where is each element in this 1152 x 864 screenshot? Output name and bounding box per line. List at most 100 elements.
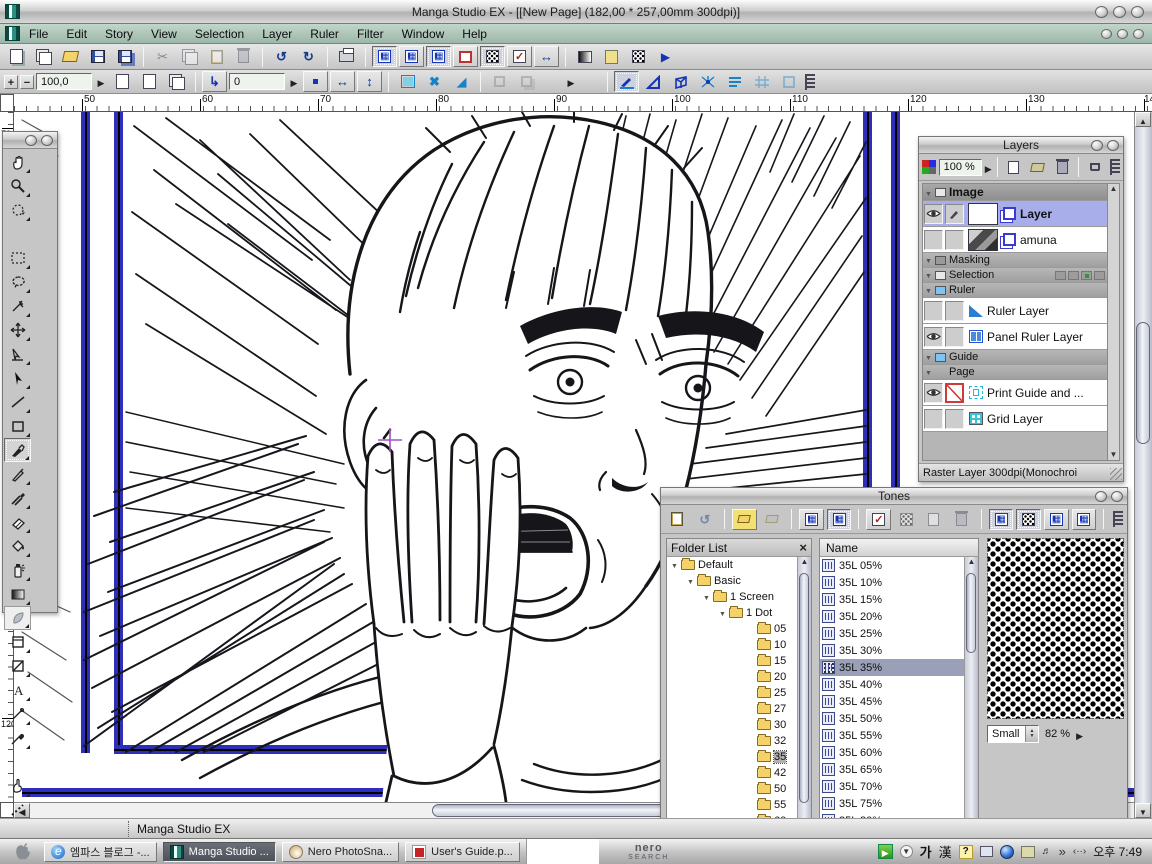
zoom-out-button[interactable] [20, 75, 34, 89]
more-options-button[interactable] [541, 71, 601, 92]
view-option3-button[interactable] [1044, 509, 1069, 530]
draw-toggle[interactable] [945, 204, 964, 224]
draw-toggle[interactable] [945, 327, 964, 347]
pen-tool[interactable] [4, 438, 31, 462]
folder-add-button[interactable] [760, 509, 785, 530]
collapse-arrow-icon[interactable] [925, 351, 932, 363]
page-number-field[interactable]: 0 [229, 73, 285, 90]
zoom-menu-button[interactable] [94, 71, 108, 92]
menu-ruler[interactable]: Ruler [301, 25, 348, 43]
tools-close-button[interactable] [41, 135, 53, 146]
layer-thumbnail[interactable] [968, 203, 998, 225]
delete-tone-button[interactable] [949, 509, 974, 530]
tray-monitor-icon[interactable] [980, 846, 993, 857]
folder-up-button[interactable] [732, 509, 757, 530]
paste-tone-button[interactable] [665, 509, 690, 530]
tone-item[interactable]: 35L 50% [820, 710, 964, 727]
tone-item[interactable]: 35L 25% [820, 625, 964, 642]
prev-page-button[interactable] [110, 71, 135, 92]
menu-layer[interactable]: Layer [253, 25, 301, 43]
visibility-toggle[interactable] [924, 409, 943, 429]
focus-lines-button[interactable] [695, 71, 720, 92]
task-empas-blog[interactable]: 엠파스 블로그 -... [44, 842, 157, 862]
toggle-navigator-palette-button[interactable] [453, 46, 478, 67]
tray-chevron-icon[interactable]: ▼ [900, 845, 913, 858]
visibility-toggle[interactable] [924, 301, 943, 321]
triangle-ruler-button[interactable] [641, 71, 666, 92]
layers-close-button[interactable] [1107, 140, 1119, 151]
new-story-button[interactable] [31, 46, 56, 67]
redo-button[interactable] [296, 46, 321, 67]
layer-name[interactable]: Ruler Layer [987, 304, 1049, 318]
toggle-tones-palette-button[interactable] [480, 46, 505, 67]
show-tone-button[interactable] [894, 509, 919, 530]
snap-rotate-button[interactable]: ◢ [449, 71, 474, 92]
layer-name[interactable]: Layer [1020, 207, 1052, 221]
folder-tree-item[interactable]: 25 [667, 685, 797, 701]
ime-hanja-indicator[interactable]: 漢 [939, 842, 952, 861]
layers-collapse-button[interactable] [1091, 140, 1103, 151]
doc-minimize-button[interactable] [1101, 29, 1112, 39]
paste-button[interactable] [204, 46, 229, 67]
tone-item[interactable]: 35L 15% [820, 591, 964, 608]
doc-close-button[interactable] [1133, 29, 1144, 39]
tone-item[interactable]: 35L 60% [820, 744, 964, 761]
tones-palette-titlebar[interactable]: Tones [661, 488, 1127, 505]
ruler-pen-mode-button[interactable] [614, 71, 639, 92]
marker-tool[interactable] [4, 486, 31, 510]
snap-ruler-button[interactable] [395, 71, 420, 92]
select-arrow-tool[interactable] [4, 366, 31, 390]
folder-list-close-icon[interactable] [799, 541, 807, 554]
tones-collapse-button[interactable] [1095, 491, 1107, 502]
hand-tool[interactable] [4, 150, 31, 174]
list-view-button[interactable] [827, 509, 852, 530]
layers-scroll-up-icon[interactable]: ▲ [1108, 184, 1119, 193]
network-icon[interactable]: ‹··› [1073, 846, 1086, 857]
no-print-toggle[interactable] [945, 383, 964, 403]
folder-tree-item[interactable]: 20 [667, 669, 797, 685]
menu-edit[interactable]: Edit [57, 25, 96, 43]
replace-tone-button[interactable] [693, 509, 718, 530]
toggle-properties-palette-button[interactable] [507, 46, 532, 67]
layers-menu-handle[interactable] [1110, 159, 1120, 175]
toggle-story-palette-button[interactable] [399, 46, 424, 67]
preview-size-dropdown[interactable]: Small ▲▼ [987, 725, 1039, 743]
grid-ruler-button[interactable] [749, 71, 774, 92]
draw-toggle[interactable] [945, 409, 964, 429]
twisty-icon[interactable] [703, 591, 710, 603]
undo-button[interactable] [269, 46, 294, 67]
parallel-lines-button[interactable] [722, 71, 747, 92]
name-column-header[interactable]: Name [820, 539, 978, 557]
scroll-down-button[interactable] [1135, 803, 1151, 818]
layer-color-icon[interactable] [922, 160, 936, 174]
rectangle-tool[interactable] [4, 414, 31, 438]
taskbar-clock[interactable]: 오후 7:49 [1093, 843, 1142, 860]
finger-tool[interactable] [4, 774, 31, 798]
open-button[interactable] [58, 46, 83, 67]
view-option4-button[interactable] [1072, 509, 1097, 530]
layer-row-selected[interactable]: Layer [923, 201, 1109, 227]
actual-size-button[interactable] [303, 71, 328, 92]
toolbar-handle[interactable] [805, 74, 815, 90]
run-action-button[interactable] [653, 46, 678, 67]
pencil-tool[interactable] [4, 462, 31, 486]
tone-item[interactable]: 35L 20% [820, 608, 964, 625]
new-page-button[interactable] [4, 46, 29, 67]
material-button[interactable] [599, 46, 624, 67]
window-titlebar[interactable]: Manga Studio EX - [[New Page] (182,00 * … [0, 0, 1152, 24]
visibility-toggle[interactable] [924, 327, 943, 347]
spinner-icon[interactable]: ▲▼ [1025, 726, 1038, 742]
menu-view[interactable]: View [142, 25, 186, 43]
layer-group-selection[interactable]: Selection [923, 268, 1109, 283]
fit-height-button[interactable] [357, 71, 382, 92]
menu-help[interactable]: Help [453, 25, 496, 43]
folder-tree-item[interactable]: 50 [667, 781, 797, 797]
cut-button[interactable] [150, 46, 175, 67]
pattern-button[interactable] [626, 46, 651, 67]
preview-menu-arrow-icon[interactable] [1076, 728, 1083, 741]
folder-tree-item[interactable]: 27 [667, 701, 797, 717]
collapse-arrow-icon[interactable] [925, 185, 932, 199]
layers-scrollbar[interactable]: ▲ ▼ [1107, 183, 1120, 461]
layer-name[interactable]: Grid Layer [987, 412, 1043, 426]
folder-scrollbar[interactable]: ▲ [797, 557, 811, 834]
